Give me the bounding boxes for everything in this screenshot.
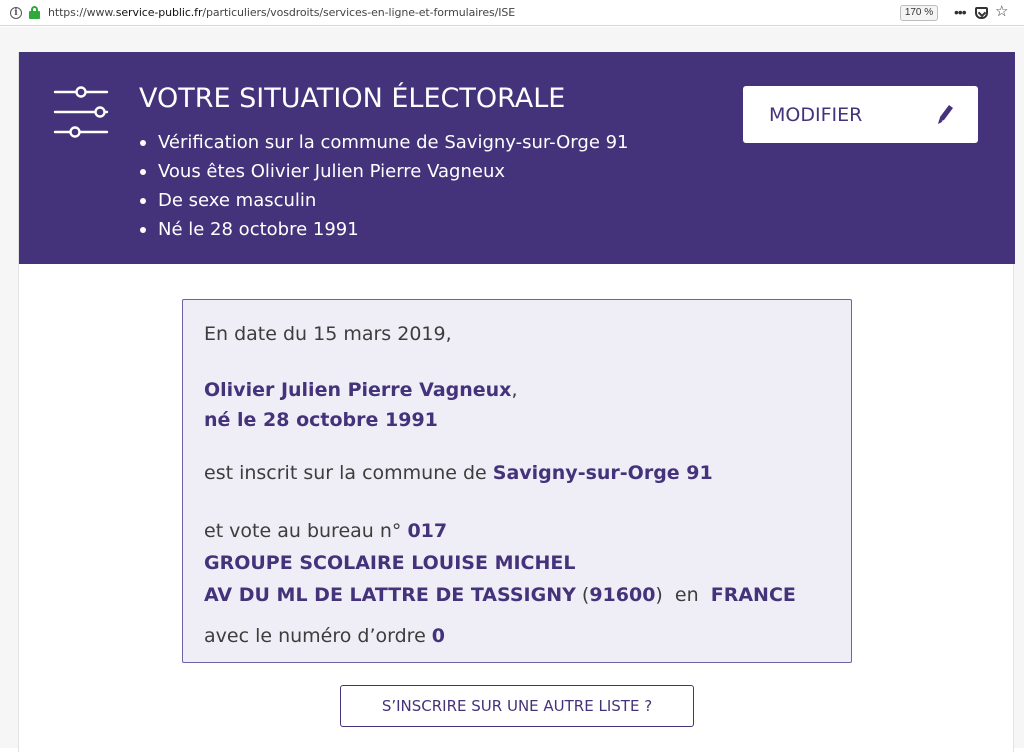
register-other-list-button[interactable]: S’INSCRIRE SUR UNE AUTRE LISTE ? — [340, 685, 694, 727]
modify-button[interactable]: MODIFIER — [743, 86, 978, 143]
modify-button-label: MODIFIER — [769, 103, 863, 126]
commune-prefix: est inscrit sur la commune de — [204, 462, 493, 484]
bureau-name: GROUPE SCOLAIRE LOUISE MICHEL — [204, 552, 576, 574]
page-title: VOTRE SITUATION ÉLECTORALE — [139, 83, 566, 114]
sliders-icon — [53, 86, 109, 138]
situation-list: Vérification sur la commune de Savigny-s… — [139, 128, 629, 244]
situation-item-sex: De sexe masculin — [139, 186, 629, 215]
date-line: En date du 15 mars 2019, — [204, 323, 452, 345]
name-suffix: , — [511, 379, 518, 401]
order-line: avec le numéro d’ordre 0 — [204, 625, 445, 647]
address-line: AV DU ML DE LATTRE DE TASSIGNY (91600) e… — [204, 584, 796, 606]
situation-item-identity: Vous êtes Olivier Julien Pierre Vagneux — [139, 157, 629, 186]
zoom-indicator[interactable]: 170 % — [900, 5, 938, 21]
situation-item-birth: Né le 28 octobre 1991 — [139, 215, 629, 244]
info-icon[interactable]: i — [10, 6, 22, 19]
postal-code: 91600 — [589, 584, 656, 606]
bureau-address: AV DU ML DE LATTRE DE TASSIGNY — [204, 584, 576, 606]
voter-name: Olivier Julien Pierre Vagneux — [204, 379, 512, 401]
paren-close: ) — [655, 584, 663, 606]
url-prefix: https://www. — [48, 6, 116, 19]
result-card: VOTRE SITUATION ÉLECTORALE Vérification … — [18, 52, 1015, 752]
birth-line: né le 28 octobre 1991 — [204, 409, 438, 431]
commune-line: est inscrit sur la commune de Savigny-su… — [204, 462, 713, 484]
name-line: Olivier Julien Pierre Vagneux, — [204, 379, 518, 401]
pocket-icon[interactable] — [975, 7, 988, 19]
browser-url-bar[interactable]: i https://www.service-public.fr/particul… — [0, 0, 1024, 26]
url-host: service-public.fr — [115, 6, 203, 19]
commune-name: Savigny-sur-Orge 91 — [492, 462, 713, 484]
country-prefix: en — [662, 584, 711, 606]
more-icon[interactable]: ••• — [954, 4, 967, 20]
country: FRANCE — [710, 584, 796, 606]
bureau-line: et vote au bureau n° 017 — [204, 520, 447, 542]
pencil-icon — [938, 105, 953, 124]
url-text[interactable]: https://www.service-public.fr/particulie… — [48, 6, 515, 19]
url-path: /particuliers/vosdroits/services-en-lign… — [202, 6, 516, 19]
situation-banner: VOTRE SITUATION ÉLECTORALE Vérification … — [19, 52, 1015, 264]
bureau-prefix: et vote au bureau n° — [204, 520, 408, 542]
bureau-number: 017 — [407, 520, 448, 542]
order-prefix: avec le numéro d’ordre — [204, 625, 432, 647]
situation-item-commune: Vérification sur la commune de Savigny-s… — [139, 128, 629, 157]
order-number: 0 — [431, 625, 446, 647]
registration-result-box: En date du 15 mars 2019, Olivier Julien … — [182, 299, 852, 663]
paren-open: ( — [575, 584, 590, 606]
lock-icon[interactable] — [29, 6, 40, 19]
star-icon[interactable]: ☆ — [995, 2, 1008, 20]
